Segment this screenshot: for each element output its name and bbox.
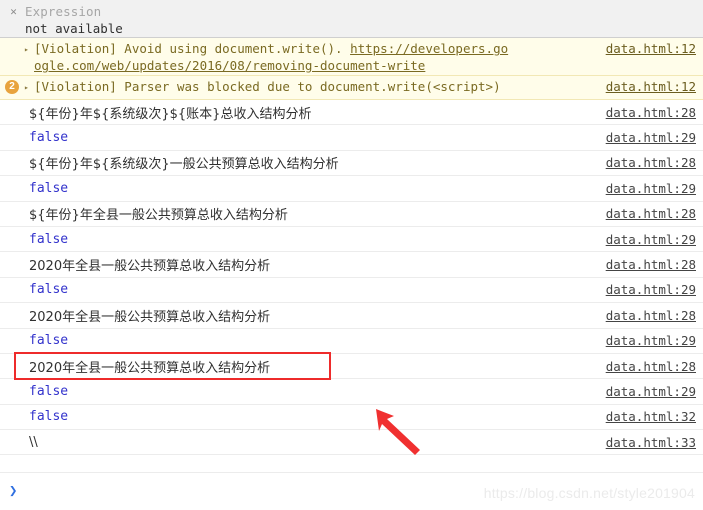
console-log-row[interactable]: ${年份}年全县一般公共预算总收入结构分析 data.html:28 [0,202,703,227]
console-log-row[interactable]: \\ data.html:33 [0,430,703,456]
console-log-row[interactable]: 2020年全县一般公共预算总收入结构分析 data.html:28 [0,303,703,329]
log-source-link[interactable]: data.html:29 [606,232,703,247]
log-source-link[interactable]: data.html:29 [606,130,703,145]
csdn-watermark: https://blog.csdn.net/style201904 [483,485,695,501]
console-log-row[interactable]: false data.html:29 [0,125,703,151]
log-source-link[interactable]: data.html:28 [606,206,703,221]
log-message: ${年份}年${系统级次}${账本}总收入结构分析 [29,106,312,122]
log-source-link[interactable]: data.html:28 [606,155,703,170]
log-source-link[interactable]: data.html:29 [606,282,703,297]
console-log-row[interactable]: false data.html:32 [0,405,703,431]
expression-value: not available [25,21,123,36]
log-source-link[interactable]: data.html:28 [606,105,703,120]
violation-badge-slot: 2 [0,78,24,94]
violation-message-text: [Violation] Parser was blocked due to do… [34,79,501,94]
log-source-link[interactable]: data.html:29 [606,181,703,196]
console-log-row[interactable]: 2020年全县一般公共预算总收入结构分析 data.html:28 [0,354,703,380]
expression-header-row: ✕ Expression [0,3,703,20]
devtools-console-panel: ✕ Expression not available ▸ [Violation]… [0,0,703,510]
prompt-caret-icon: ❯ [9,483,18,499]
console-log-row[interactable]: ${年份}年${系统级次}${账本}总收入结构分析 data.html:28 [0,100,703,126]
log-message: 2020年全县一般公共预算总收入结构分析 [29,360,271,376]
log-source-link[interactable]: data.html:28 [606,257,703,272]
violation-badge-slot [0,40,24,42]
close-icon[interactable]: ✕ [8,6,19,17]
expression-label: Expression [25,4,102,19]
violation-source-link[interactable]: data.html:12 [606,40,703,57]
disclosure-triangle-icon[interactable]: ▸ [24,40,34,58]
console-log-row[interactable]: false data.html:29 [0,278,703,304]
console-log-row[interactable]: false data.html:29 [0,176,703,202]
log-message: false [29,409,69,425]
violation-row[interactable]: 2 ▸ [Violation] Parser was blocked due t… [0,75,703,99]
violation-messages-group: ▸ [Violation] Avoid using document.write… [0,38,703,100]
log-source-link[interactable]: data.html:29 [606,384,703,399]
violation-message-body: [Violation] Avoid using document.write()… [34,41,351,56]
log-source-link[interactable]: data.html:28 [606,359,703,374]
log-message: false [29,231,69,247]
violation-doc-link[interactable]: https://developers.go [350,41,508,56]
console-log-row[interactable]: ${年份}年${系统级次}一般公共预算总收入结构分析 data.html:28 [0,151,703,177]
console-log-row[interactable]: false data.html:29 [0,379,703,405]
console-log-row[interactable]: false data.html:29 [0,329,703,354]
violation-message-text: [Violation] Avoid using document.write()… [34,40,606,74]
log-message: ${年份}年${系统级次}一般公共预算总收入结构分析 [29,157,339,173]
log-message: 2020年全县一般公共预算总收入结构分析 [29,309,271,325]
console-log-list: ${年份}年${系统级次}${账本}总收入结构分析 data.html:28 fal… [0,100,703,456]
log-message: false [29,180,69,196]
log-source-link[interactable]: data.html:32 [606,409,703,424]
console-log-row[interactable]: 2020年全县一般公共预算总收入结构分析 data.html:28 [0,252,703,278]
log-message: false [29,282,69,298]
log-source-link[interactable]: data.html:33 [606,435,703,450]
log-message: ${年份}年全县一般公共预算总收入结构分析 [29,208,288,224]
violation-doc-link-wrapped[interactable]: ogle.com/web/updates/2016/08/removing-do… [34,58,425,73]
disclosure-triangle-icon[interactable]: ▸ [24,78,34,96]
violation-row[interactable]: ▸ [Violation] Avoid using document.write… [0,38,703,75]
log-message: false [29,130,69,146]
console-log-row[interactable]: false data.html:29 [0,227,703,253]
log-source-link[interactable]: data.html:29 [606,333,703,348]
violation-source-link[interactable]: data.html:12 [606,78,703,95]
log-message: false [29,333,69,349]
log-message: false [29,383,69,399]
expression-watch-pane: ✕ Expression not available [0,0,703,38]
log-message: 2020年全县一般公共预算总收入结构分析 [29,259,271,275]
log-source-link[interactable]: data.html:28 [606,308,703,323]
log-message: \\ [29,434,38,450]
violation-count-badge: 2 [5,80,19,94]
